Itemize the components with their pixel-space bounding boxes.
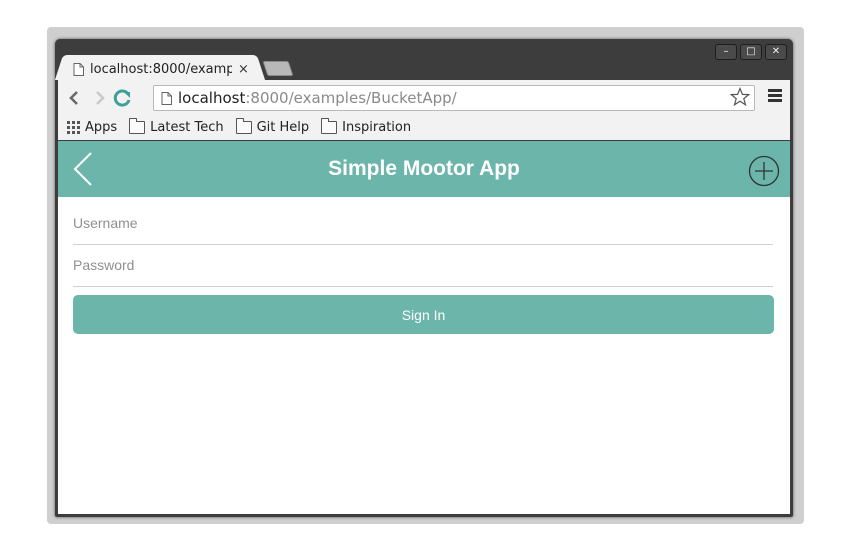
browser-window: localhost:8000/examples/BucketApp/ × – □… — [55, 39, 793, 517]
folder-icon — [321, 118, 338, 134]
bookmark-label: Apps — [85, 120, 118, 135]
app-header: Simple Mootor App — [58, 141, 790, 197]
bookmark-label: Inspiration — [342, 120, 412, 135]
browser-tab[interactable]: localhost:8000/examples/BucketApp/ × — [65, 55, 255, 80]
apps-icon — [67, 121, 80, 134]
folder-icon — [129, 118, 146, 134]
add-icon[interactable] — [748, 155, 780, 187]
new-tab-button[interactable] — [262, 61, 294, 76]
sign-in-button[interactable]: Sign In — [73, 295, 774, 334]
bookmark-latest-tech[interactable]: Latest Tech — [129, 118, 224, 135]
address-bar[interactable]: localhost:8000/examples/BucketApp/ — [153, 85, 755, 111]
bookmark-label: Latest Tech — [150, 120, 224, 135]
username-field-wrapper — [73, 202, 773, 245]
browser-toolbar: localhost:8000/examples/BucketApp/ — [58, 80, 790, 115]
back-icon[interactable] — [63, 88, 87, 108]
forward-icon[interactable] — [87, 88, 111, 108]
close-window-icon[interactable]: ✕ — [765, 44, 787, 60]
page-icon — [73, 62, 84, 76]
maximize-icon[interactable]: □ — [740, 44, 762, 60]
url-text: localhost:8000/examples/BucketApp/ — [178, 89, 457, 107]
minimize-icon[interactable]: – — [715, 44, 737, 60]
page-viewport: Simple Mootor App Sign In — [58, 141, 790, 514]
bookmark-apps[interactable]: Apps — [67, 120, 117, 135]
bookmarks-bar: Apps Latest Tech Git Help Inspiration — [58, 115, 790, 140]
password-field[interactable] — [73, 244, 773, 286]
tab-close-icon[interactable]: × — [238, 62, 249, 77]
tab-title: localhost:8000/examples/BucketApp/ — [90, 61, 232, 77]
page-icon — [161, 91, 172, 105]
folder-icon — [235, 118, 252, 134]
bookmark-git-help[interactable]: Git Help — [235, 118, 310, 135]
page-title: Simple Mootor App — [328, 157, 520, 180]
star-icon[interactable] — [730, 87, 750, 107]
username-field[interactable] — [73, 202, 773, 244]
reload-icon[interactable] — [111, 88, 135, 108]
window-controls: – □ ✕ — [715, 44, 787, 60]
bookmark-label: Git Help — [256, 120, 310, 135]
password-field-wrapper — [73, 244, 773, 287]
menu-icon[interactable] — [768, 89, 782, 104]
bookmark-inspiration[interactable]: Inspiration — [321, 118, 412, 135]
